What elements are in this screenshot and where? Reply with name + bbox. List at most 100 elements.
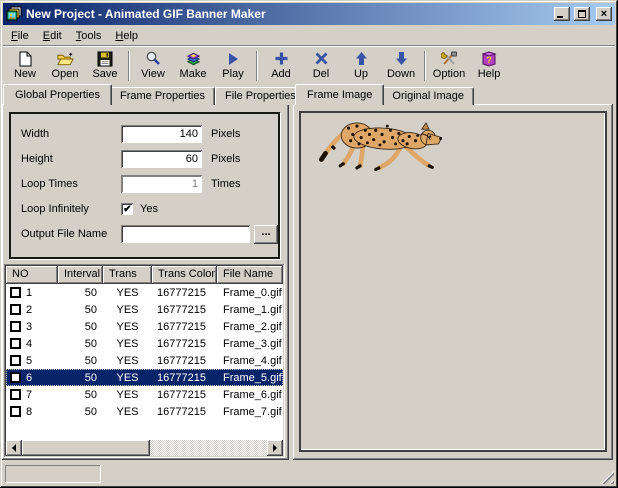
- menu-tools[interactable]: Tools: [69, 28, 109, 44]
- up-button[interactable]: Up: [341, 49, 381, 83]
- loop-times-label: Loop Times: [21, 178, 121, 190]
- scrollbar-thumb[interactable]: [22, 440, 150, 456]
- output-file-input[interactable]: [121, 225, 251, 244]
- titlebar[interactable]: New Project - Animated GIF Banner Maker …: [3, 3, 615, 25]
- make-button[interactable]: Make: [173, 49, 213, 83]
- height-unit: Pixels: [211, 153, 240, 165]
- loop-infinitely-checkbox[interactable]: ✔: [121, 203, 134, 216]
- add-button[interactable]: Add: [261, 49, 301, 83]
- close-button[interactable]: ×: [596, 7, 612, 21]
- window-title: New Project - Animated GIF Banner Maker: [26, 7, 550, 21]
- play-icon: [225, 51, 242, 67]
- down-arrow-icon: [393, 51, 410, 67]
- option-button[interactable]: Option: [429, 49, 469, 83]
- column-header-file-name[interactable]: File Name: [217, 266, 283, 284]
- column-header-trans[interactable]: Trans: [103, 266, 152, 284]
- frame-table-header: NO Interval Trans Trans Color File Name: [6, 266, 283, 284]
- global-properties-page: Width Pixels Height Pixels Loop Times Ti…: [2, 104, 289, 460]
- row-checkbox[interactable]: [10, 406, 21, 417]
- toolbar-separator: [256, 51, 258, 81]
- help-book-icon: ?: [481, 51, 498, 67]
- toolbar-separator: [128, 51, 130, 81]
- menu-help[interactable]: Help: [108, 28, 145, 44]
- save-button[interactable]: Save: [85, 49, 125, 83]
- scroll-right-button[interactable]: [267, 440, 283, 456]
- frame-image-panel: [299, 111, 607, 452]
- loop-infinitely-checkbox-label: Yes: [140, 203, 158, 215]
- tab-file-properties[interactable]: File Properties: [215, 87, 306, 105]
- browse-button[interactable]: ...: [254, 225, 278, 244]
- table-row[interactable]: 2 50 YES 16777215 Frame_1.gif: [6, 301, 283, 318]
- right-tabstrip: Frame Image Original Image: [295, 84, 474, 105]
- resize-grip-icon[interactable]: [601, 471, 614, 484]
- toolbar-separator: [424, 51, 426, 81]
- menubar: File Edit Tools Help: [3, 26, 615, 45]
- down-button[interactable]: Down: [381, 49, 421, 83]
- row-checkbox[interactable]: [10, 321, 21, 332]
- row-checkbox[interactable]: [10, 389, 21, 400]
- scroll-right-icon: [273, 444, 281, 452]
- column-header-no[interactable]: NO: [6, 266, 58, 284]
- row-checkbox[interactable]: [10, 372, 21, 383]
- help-button[interactable]: ? Help: [469, 49, 509, 83]
- save-floppy-icon: [97, 51, 114, 67]
- column-header-interval[interactable]: Interval: [58, 266, 103, 284]
- tab-frame-image[interactable]: Frame Image: [295, 84, 384, 105]
- new-button[interactable]: New: [5, 49, 45, 83]
- open-folder-icon: [57, 51, 74, 67]
- new-document-icon: [17, 51, 34, 67]
- scroll-left-icon: [8, 444, 16, 452]
- minimize-button[interactable]: [554, 7, 570, 21]
- loop-times-input: [121, 175, 203, 194]
- table-row[interactable]: 5 50 YES 16777215 Frame_4.gif: [6, 352, 283, 369]
- del-button[interactable]: Del: [301, 49, 341, 83]
- row-checkbox[interactable]: [10, 355, 21, 366]
- scroll-left-button[interactable]: [6, 440, 22, 456]
- width-input[interactable]: [121, 125, 203, 144]
- statusbar: [3, 461, 615, 485]
- frame-table: NO Interval Trans Trans Color File Name …: [4, 264, 285, 458]
- table-row[interactable]: 1 50 YES 16777215 Frame_0.gif: [6, 284, 283, 301]
- x-icon: [313, 51, 330, 67]
- status-message: [5, 465, 101, 483]
- tab-original-image[interactable]: Original Image: [382, 87, 474, 105]
- plus-icon: [273, 51, 290, 67]
- row-checkbox[interactable]: [10, 287, 21, 298]
- table-row[interactable]: 4 50 YES 16777215 Frame_3.gif: [6, 335, 283, 352]
- row-checkbox[interactable]: [10, 338, 21, 349]
- app-window: New Project - Animated GIF Banner Maker …: [0, 0, 618, 488]
- row-checkbox[interactable]: [10, 304, 21, 315]
- menu-file[interactable]: File: [4, 28, 36, 44]
- height-input[interactable]: [121, 150, 203, 169]
- maximize-button[interactable]: [574, 7, 590, 21]
- table-row[interactable]: 7 50 YES 16777215 Frame_6.gif: [6, 386, 283, 403]
- horizontal-scrollbar[interactable]: [6, 440, 283, 456]
- check-icon: ✔: [123, 204, 131, 215]
- loop-times-unit: Times: [211, 178, 241, 190]
- open-button[interactable]: Open: [45, 49, 85, 83]
- column-header-trans-color[interactable]: Trans Color: [152, 266, 217, 284]
- up-arrow-icon: [353, 51, 370, 67]
- maximize-icon: [578, 10, 586, 18]
- play-button[interactable]: Play: [213, 49, 253, 83]
- height-label: Height: [21, 153, 121, 165]
- magnifier-icon: [145, 51, 162, 67]
- app-icon: [6, 6, 22, 22]
- frame-image-page: [293, 104, 613, 460]
- global-properties-groupbox: Width Pixels Height Pixels Loop Times Ti…: [9, 112, 280, 259]
- output-file-label: Output File Name: [21, 228, 121, 240]
- close-icon: ×: [601, 9, 607, 19]
- table-row[interactable]: 6 50 YES 16777215 Frame_5.gif: [6, 369, 283, 386]
- width-label: Width: [21, 128, 121, 140]
- running-cheetah-image: [313, 117, 449, 177]
- left-tabstrip: Global Properties Frame Properties File …: [3, 84, 306, 105]
- tools-icon: [441, 51, 458, 67]
- tab-global-properties[interactable]: Global Properties: [3, 84, 112, 105]
- table-row[interactable]: 8 50 YES 16777215 Frame_7.gif: [6, 403, 283, 420]
- view-button[interactable]: View: [133, 49, 173, 83]
- scrollbar-track[interactable]: [150, 440, 267, 456]
- table-row[interactable]: 3 50 YES 16777215 Frame_2.gif: [6, 318, 283, 335]
- menu-edit[interactable]: Edit: [36, 28, 69, 44]
- frame-table-body: 1 50 YES 16777215 Frame_0.gif 2 50 YES 1…: [6, 284, 283, 440]
- tab-frame-properties[interactable]: Frame Properties: [110, 87, 215, 105]
